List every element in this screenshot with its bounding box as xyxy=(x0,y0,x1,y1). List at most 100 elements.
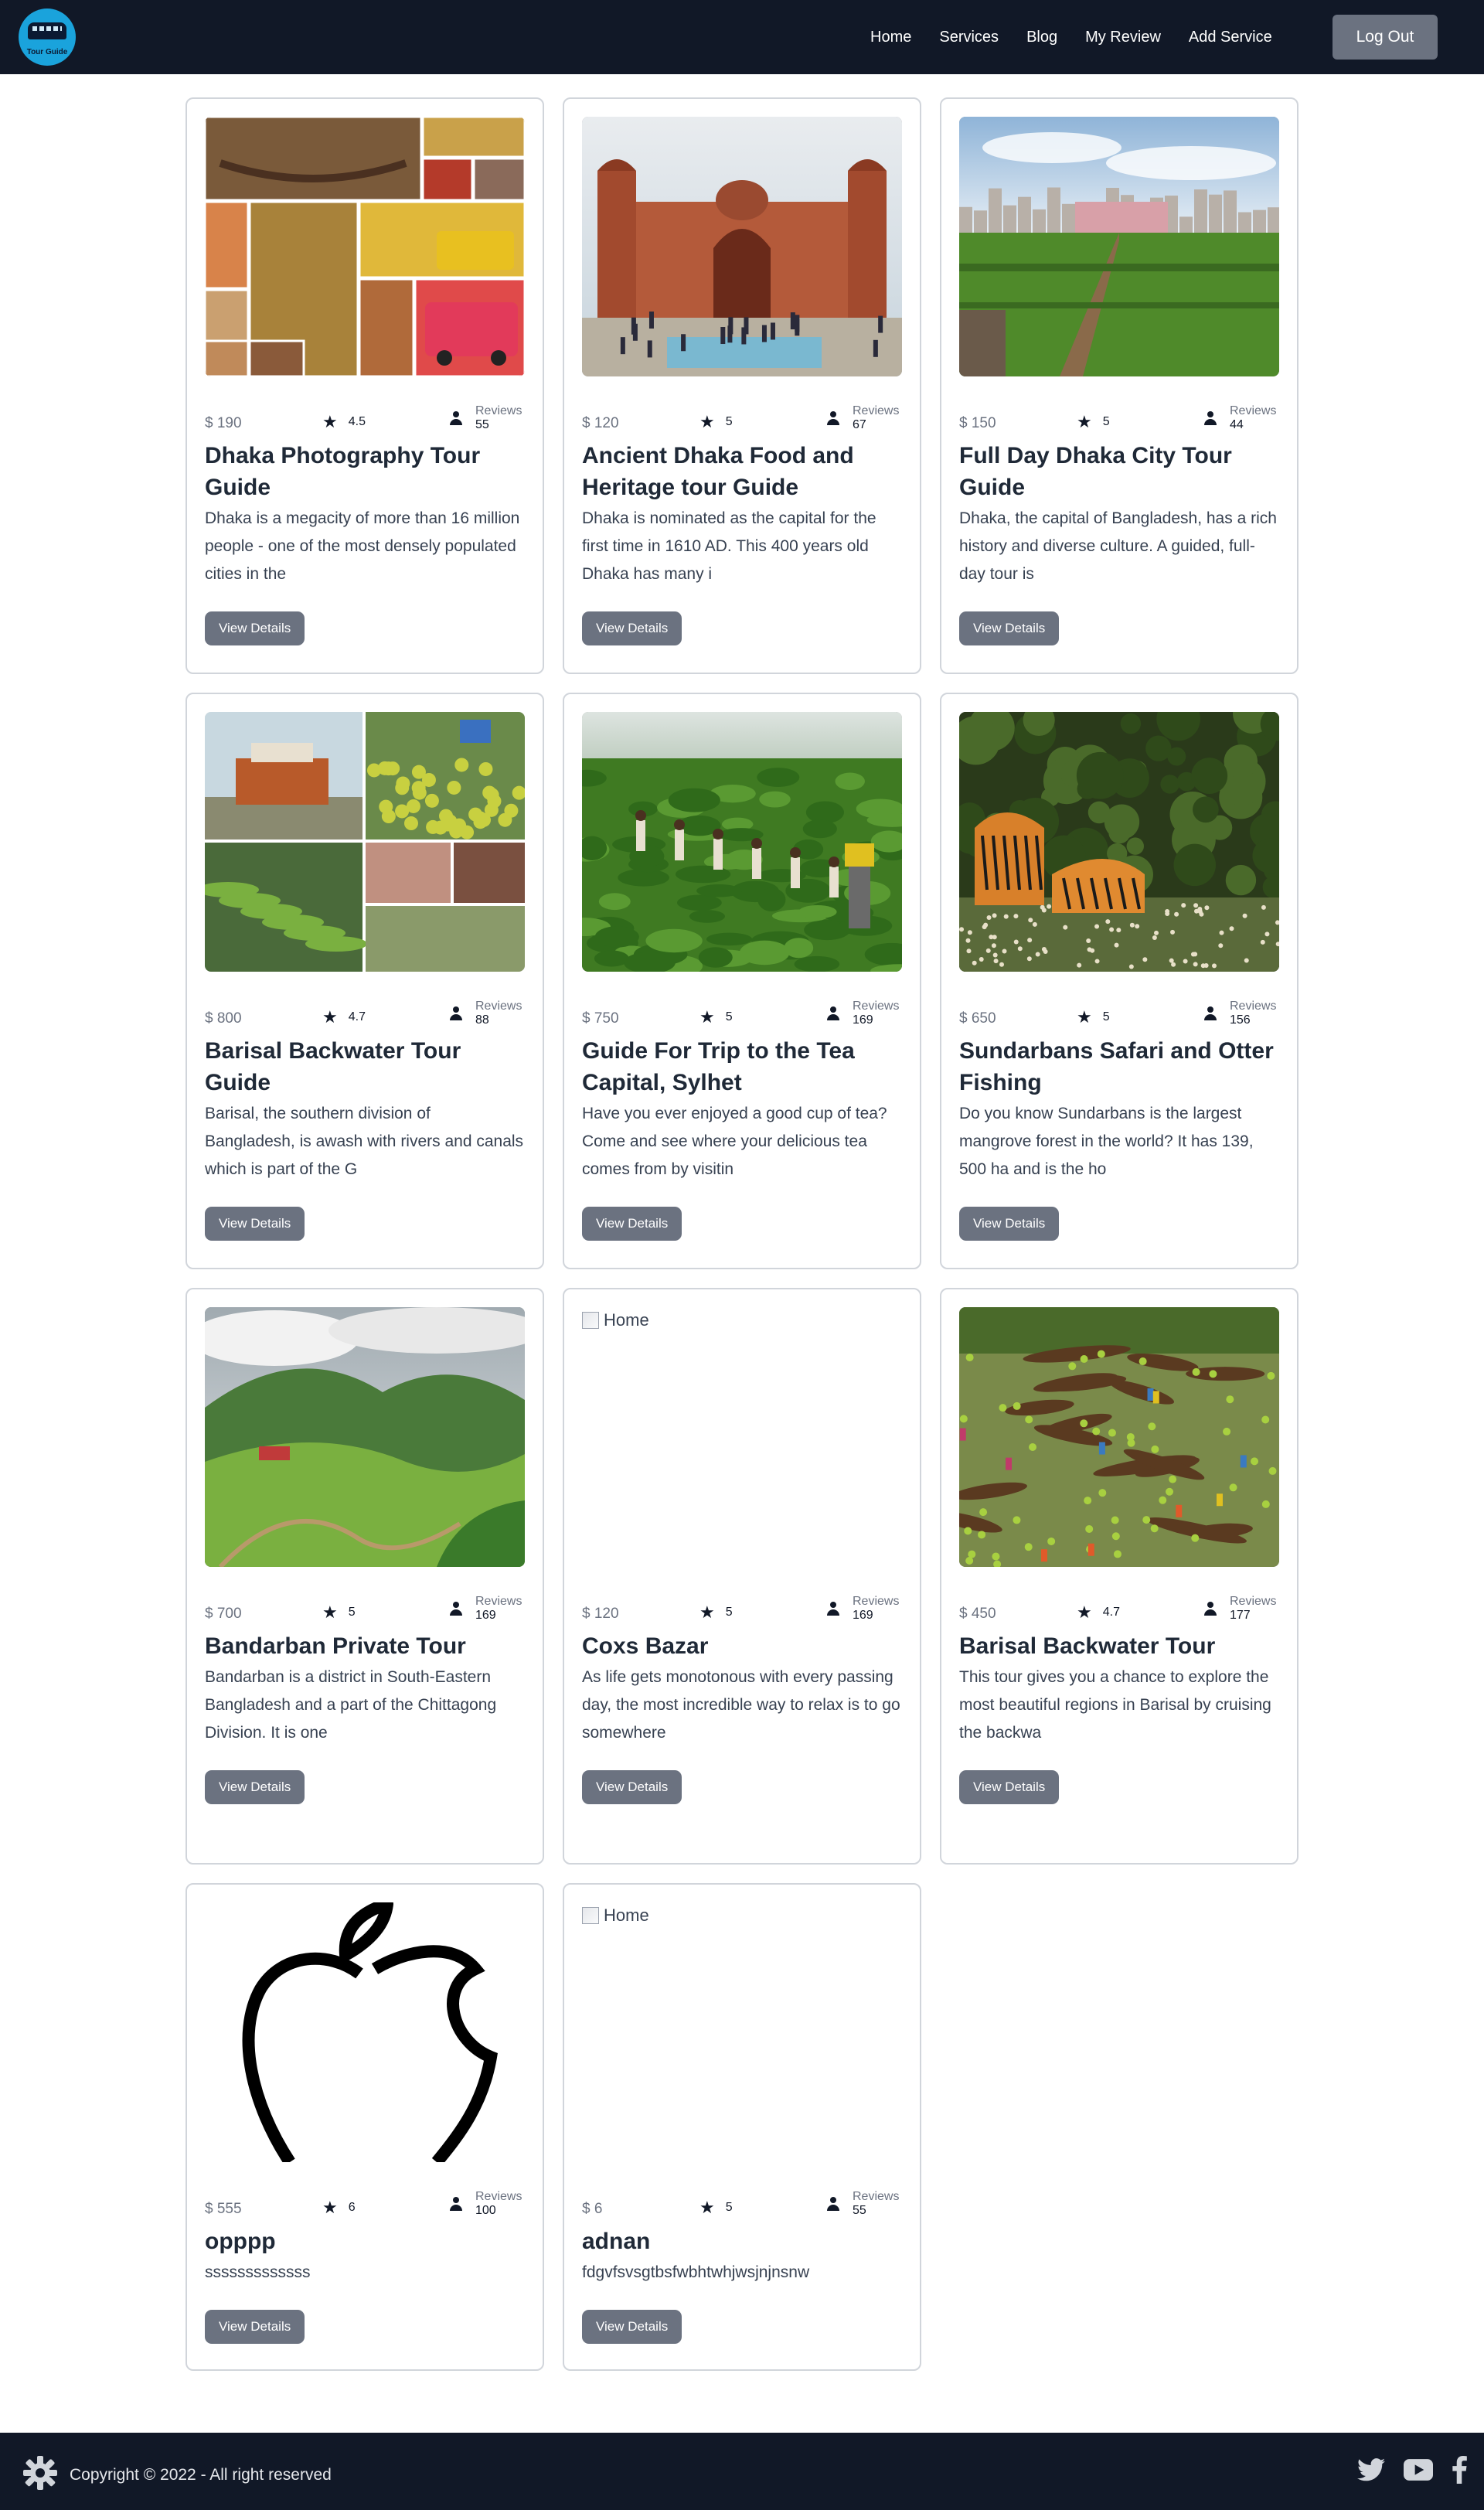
reviews-count: 55 xyxy=(475,418,489,432)
nav-blog[interactable]: Blog xyxy=(1026,29,1057,46)
service-card: $ 150 ★ 5 Reviews 44 Full Day Dhaka City Tour… xyxy=(940,97,1298,674)
service-card: $ 190 ★ 4.5 Reviews 55 Dhaka Photography Tour… xyxy=(186,97,544,674)
service-rating: ★ 5 xyxy=(699,1604,733,1621)
service-reviews: Reviews 55 xyxy=(826,2190,899,2219)
service-title: Dhaka Photography Tour Guide xyxy=(205,443,481,500)
view-details-button[interactable]: View Details xyxy=(205,611,305,645)
rating-value: 5 xyxy=(725,415,733,428)
logo[interactable]: Tour Guide xyxy=(19,9,76,66)
view-details-button[interactable]: View Details xyxy=(582,1207,682,1241)
service-image xyxy=(582,712,902,972)
rating-value: 5 xyxy=(1102,415,1110,428)
service-rating: ★ 5 xyxy=(699,414,733,431)
view-details-button[interactable]: View Details xyxy=(959,611,1060,645)
view-details-button[interactable]: View Details xyxy=(582,611,682,645)
reviews-label: Reviews xyxy=(475,404,522,417)
reviews-label: Reviews xyxy=(853,404,900,417)
service-reviews: Reviews 169 xyxy=(449,1595,522,1623)
service-description: fdgvfsvsgtbsfwbhtwhjwsjnjnsnw xyxy=(582,2263,810,2281)
reviews-count: 169 xyxy=(853,1609,873,1623)
service-card: $ 555 ★ 6 Reviews 100 opppp sssssssssssss View … xyxy=(186,1883,544,2371)
reviews-count: 169 xyxy=(853,1013,873,1027)
service-price: $ 120 xyxy=(582,1606,619,1622)
facebook-icon[interactable] xyxy=(1452,2456,1467,2484)
rating-value: 5 xyxy=(1102,1010,1110,1023)
service-card: $ 800 ★ 4.7 Reviews 88 Barisal Backwater Tour… xyxy=(186,693,544,1269)
nav-services[interactable]: Services xyxy=(939,29,999,46)
nav-home[interactable]: Home xyxy=(870,29,911,46)
service-meta: $ 150 ★ 5 Reviews 44 xyxy=(959,404,1279,440)
service-rating: ★ 4.7 xyxy=(1077,1604,1120,1621)
service-image xyxy=(205,117,525,376)
user-icon xyxy=(1203,410,1217,426)
rating-value: 5 xyxy=(725,1010,733,1023)
reviews-count: 88 xyxy=(475,1013,489,1027)
service-reviews: Reviews 169 xyxy=(826,1595,899,1623)
view-details-button[interactable]: View Details xyxy=(205,1770,305,1804)
service-reviews: Reviews 88 xyxy=(449,1000,522,1028)
service-title: Ancient Dhaka Food and Heritage tour Gui… xyxy=(582,443,854,500)
service-card: $ 700 ★ 5 Reviews 169 Bandarban Private Tour B… xyxy=(186,1288,544,1865)
star-icon: ★ xyxy=(699,2198,715,2217)
rating-value: 4.7 xyxy=(1102,1606,1120,1619)
nav-my-review[interactable]: My Review xyxy=(1085,29,1161,46)
service-price: $ 450 xyxy=(959,1606,996,1622)
service-card: Home $ 120 ★ 5 Reviews 169 Coxs Bazar As life g… xyxy=(563,1288,921,1865)
star-icon: ★ xyxy=(699,1602,715,1622)
reviews-label: Reviews xyxy=(853,1000,900,1013)
service-title: Barisal Backwater Tour Guide xyxy=(205,1038,461,1095)
navbar: Tour Guide Home Services Blog My Review … xyxy=(0,0,1484,74)
user-icon xyxy=(826,410,840,426)
star-icon: ★ xyxy=(322,1602,338,1622)
service-description: Dhaka is nominated as the capital for th… xyxy=(582,509,876,583)
twitter-icon[interactable] xyxy=(1357,2458,1385,2481)
services-grid: $ 190 ★ 4.5 Reviews 55 Dhaka Photography Tour… xyxy=(186,97,1298,2371)
star-icon: ★ xyxy=(699,412,715,431)
service-reviews: Reviews 55 xyxy=(449,404,522,433)
service-rating: ★ 5 xyxy=(699,2199,733,2216)
user-icon xyxy=(826,1601,840,1616)
service-price: $ 120 xyxy=(582,415,619,431)
service-price: $ 700 xyxy=(205,1606,242,1622)
service-meta: $ 450 ★ 4.7 Reviews 177 xyxy=(959,1595,1279,1630)
nav-add-service[interactable]: Add Service xyxy=(1189,29,1272,46)
service-description: Dhaka, the capital of Bangladesh, has a … xyxy=(959,509,1277,583)
service-price: $ 650 xyxy=(959,1010,996,1027)
service-description: sssssssssssss xyxy=(205,2263,311,2281)
service-card: $ 450 ★ 4.7 Reviews 177 Barisal Backwater Tou… xyxy=(940,1288,1298,1865)
service-rating: ★ 4.5 xyxy=(322,414,366,431)
service-meta: $ 120 ★ 5 Reviews 169 xyxy=(582,1595,902,1630)
social-links xyxy=(1357,2456,1467,2484)
service-reviews: Reviews 44 xyxy=(1203,404,1276,433)
view-details-button[interactable]: View Details xyxy=(959,1207,1060,1241)
reviews-count: 100 xyxy=(475,2204,496,2218)
view-details-button[interactable]: View Details xyxy=(582,2310,682,2344)
reviews-count: 177 xyxy=(1230,1609,1251,1623)
service-title: Bandarban Private Tour xyxy=(205,1633,466,1659)
rating-value: 4.7 xyxy=(348,1010,366,1023)
service-rating: ★ 5 xyxy=(322,1604,356,1621)
reviews-label: Reviews xyxy=(1230,1000,1277,1013)
footer: Copyright © 2022 - All right reserved xyxy=(0,2433,1484,2510)
service-rating: ★ 6 xyxy=(322,2199,356,2216)
service-description: Do you know Sundarbans is the largest ma… xyxy=(959,1105,1254,1178)
service-image xyxy=(959,1307,1279,1567)
service-card: Home $ 6 ★ 5 Reviews 55 adnan fdgvfsvsgtbsfwbht… xyxy=(563,1883,921,2371)
reviews-count: 169 xyxy=(475,1609,496,1623)
user-icon xyxy=(826,2196,840,2212)
rating-value: 5 xyxy=(725,1606,733,1619)
user-icon xyxy=(1203,1601,1217,1616)
service-description: Bandarban is a district in South-Eastern… xyxy=(205,1668,497,1742)
service-description: This tour gives you a chance to explore … xyxy=(959,1668,1271,1742)
logout-button[interactable]: Log Out xyxy=(1333,15,1438,60)
youtube-icon[interactable] xyxy=(1404,2459,1433,2481)
user-icon xyxy=(449,1006,463,1021)
service-card: $ 750 ★ 5 Reviews 169 Guide For Trip to the T… xyxy=(563,693,921,1269)
view-details-button[interactable]: View Details xyxy=(582,1770,682,1804)
service-image xyxy=(205,1902,525,2162)
service-reviews: Reviews 100 xyxy=(449,2190,522,2219)
view-details-button[interactable]: View Details xyxy=(205,2310,305,2344)
service-title: Barisal Backwater Tour xyxy=(959,1633,1216,1659)
view-details-button[interactable]: View Details xyxy=(959,1770,1060,1804)
view-details-button[interactable]: View Details xyxy=(205,1207,305,1241)
